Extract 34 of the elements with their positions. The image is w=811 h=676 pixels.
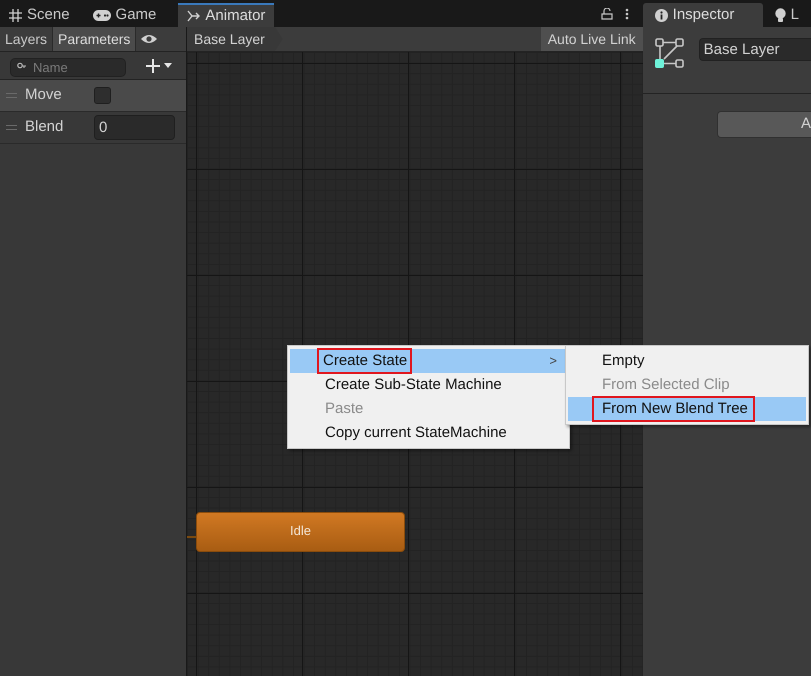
inspector-tab[interactable]: Inspector xyxy=(642,3,763,27)
value-field[interactable]: 0 xyxy=(94,115,175,140)
checkbox[interactable] xyxy=(94,87,111,104)
submenu-arrow: > xyxy=(549,352,557,370)
parameter-name: Blend xyxy=(25,117,64,138)
state-machine-icon xyxy=(654,37,685,69)
animator-icon xyxy=(187,10,200,22)
bulb-icon xyxy=(774,8,786,22)
panel-tab[interactable]: Parameters xyxy=(53,27,136,51)
drag-handle-icon[interactable] xyxy=(6,93,17,98)
more-icon[interactable] xyxy=(624,8,629,20)
eye-icon[interactable] xyxy=(140,33,158,45)
parameter-name: Move xyxy=(25,85,63,106)
parameter-row[interactable]: Move xyxy=(0,80,186,112)
menu-item[interactable]: Create Sub-State Machine xyxy=(290,373,567,397)
drag-handle-icon[interactable] xyxy=(6,125,17,130)
parameter-row[interactable]: Blend 0 xyxy=(0,112,186,144)
layer-name-field[interactable]: Base Layer xyxy=(698,38,811,61)
info-icon xyxy=(654,8,668,22)
auto-live-link-button[interactable]: Auto Live Link xyxy=(540,27,643,51)
window-tab[interactable]: Animator xyxy=(178,3,274,27)
menu-item[interactable]: Create State > xyxy=(290,349,567,373)
breadcrumb[interactable]: Base Layer xyxy=(187,27,283,51)
lock-icon[interactable] xyxy=(600,8,613,20)
search-icon xyxy=(17,62,27,70)
menu-item[interactable]: Copy current StateMachine xyxy=(290,421,567,445)
window-tab[interactable]: Scene xyxy=(0,3,84,27)
search-field[interactable]: Name xyxy=(10,58,126,78)
gamepad-icon xyxy=(92,10,111,20)
inspector-tab[interactable]: L xyxy=(762,3,811,27)
grid-icon xyxy=(9,8,22,22)
menu-item[interactable]: From New Blend Tree xyxy=(568,397,806,421)
window-tab[interactable]: Game xyxy=(84,3,170,27)
inspector-button[interactable]: A xyxy=(717,111,811,138)
